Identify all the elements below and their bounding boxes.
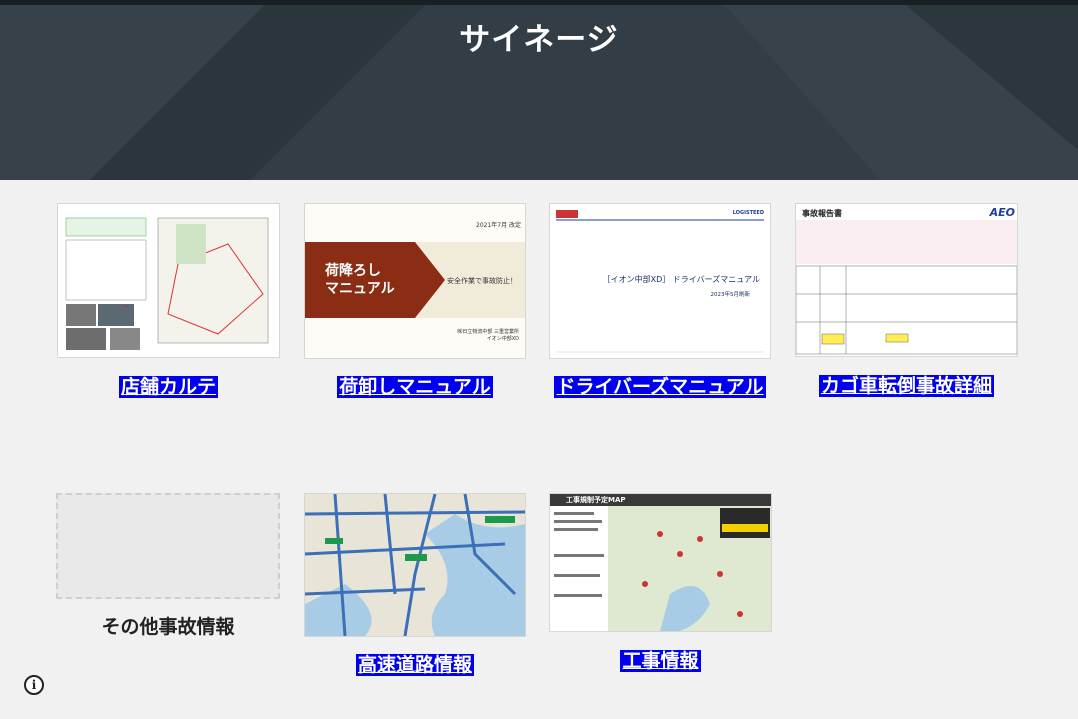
store-chart-thumbnail[interactable]: ―	[58, 204, 279, 357]
drivers-manual-caption[interactable]: ドライバーズマニュアル	[550, 372, 770, 402]
expressway-map	[305, 494, 525, 636]
manual-org2: イオン中部XD	[486, 336, 519, 342]
unloading-manual-thumbnail[interactable]: 2021年7月 改定 荷降ろし マニュアル 安全作業で事故防止！ ㈱日立物流中部…	[305, 204, 525, 358]
construction-thumbnail[interactable]: 工事規制予定MAP	[550, 494, 771, 631]
drivers-manual-link[interactable]: ドライバーズマニュアル	[554, 376, 766, 398]
construction-caption[interactable]: 工事情報	[550, 646, 771, 676]
cart-accident-link[interactable]: カゴ車転倒事故詳細	[818, 375, 994, 397]
drivers-manual-brand: LOGISTEED	[732, 210, 764, 216]
expressway-caption[interactable]: 高速道路情報	[305, 650, 525, 680]
store-chart-caption[interactable]: 店舗カルテ	[58, 372, 279, 402]
drivers-manual-thumbnail[interactable]: LOGISTEED ［イオン中部XD］ ドライバーズマニュアル 2023年5月刷…	[550, 204, 770, 358]
manual-title-line1: 荷降ろし	[325, 263, 381, 279]
manual-org1: ㈱日立物流中部 三重営業所	[457, 329, 519, 335]
drivers-manual-title: ［イオン中部XD］ ドライバーズマニュアル	[602, 275, 760, 284]
page-title: サイネージ	[459, 22, 619, 58]
page-header: サイネージ	[0, 0, 1078, 180]
expressway-link[interactable]: 高速道路情報	[355, 654, 474, 676]
drivers-manual-updated: 2023年5月刷新	[710, 292, 751, 298]
cart-accident-thumbnail[interactable]: 事故報告書 AEO	[796, 204, 1017, 356]
unloading-manual-link[interactable]: 荷卸しマニュアル	[337, 376, 493, 398]
other-accident-caption: その他事故情報	[56, 612, 280, 642]
info-icon[interactable]: i	[24, 675, 44, 695]
construction-link[interactable]: 工事情報	[620, 650, 701, 672]
cart-accident-caption[interactable]: カゴ車転倒事故詳細	[796, 371, 1017, 401]
header-topbar	[0, 0, 1078, 5]
construction-map	[550, 494, 771, 631]
manual-org: ㈱日立物流中部 三重営業所 イオン中部XD	[457, 328, 519, 342]
store-chart-link[interactable]: 店舗カルテ	[118, 376, 218, 398]
manual-title: 荷降ろし マニュアル	[325, 262, 395, 298]
construction-map-title: 工事規制予定MAP	[566, 496, 626, 504]
svg-text:―: ―	[124, 304, 129, 310]
manual-date: 2021年7月 改定	[476, 222, 521, 229]
accident-report-logo: AEO	[989, 206, 1015, 219]
accident-report-title: 事故報告書	[802, 209, 842, 218]
other-accident-placeholder	[56, 493, 280, 599]
other-accident-label: その他事故情報	[101, 616, 235, 638]
manual-slogan: 安全作業で事故防止！	[447, 277, 517, 285]
unloading-manual-caption[interactable]: 荷卸しマニュアル	[305, 372, 525, 402]
manual-title-line2: マニュアル	[325, 281, 395, 297]
expressway-thumbnail[interactable]	[305, 494, 525, 636]
